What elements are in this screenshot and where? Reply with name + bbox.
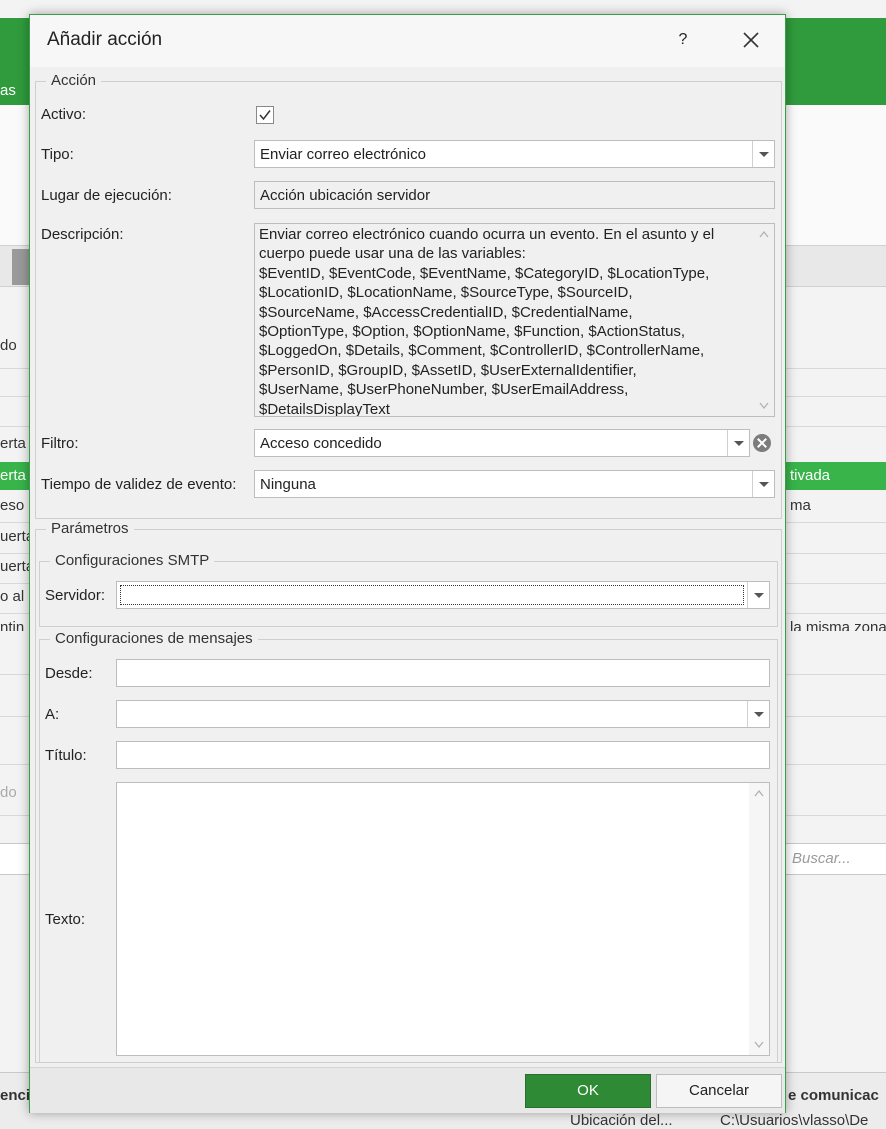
parametros-legend: Parámetros xyxy=(46,520,134,537)
tipo-label: Tipo: xyxy=(41,146,74,163)
dialog-title: Añadir acción xyxy=(47,29,163,50)
table-row-selected-label: erta xyxy=(0,467,26,484)
servidor-select[interactable] xyxy=(116,581,770,609)
descripcion-label: Descripción: xyxy=(41,226,124,243)
activo-label: Activo: xyxy=(41,106,87,123)
a-label: A: xyxy=(45,706,60,723)
tipo-select-value: Enviar correo electrónico xyxy=(260,146,426,163)
lugar-value: Acción ubicación servidor xyxy=(260,187,431,204)
smtp-legend: Configuraciones SMTP xyxy=(50,552,215,569)
clear-filter-icon[interactable] xyxy=(753,434,771,452)
descripcion-line: $PersonID, $GroupID, $AssetID, $UserExte… xyxy=(259,361,637,379)
dialog-titlebar[interactable]: Añadir acción ? xyxy=(30,15,785,67)
bg-row-label: do xyxy=(0,337,17,354)
help-button[interactable]: ? xyxy=(670,27,696,53)
tiempo-select-value: Ninguna xyxy=(260,476,316,493)
tiempo-label: Tiempo de validez de evento: xyxy=(41,476,237,493)
table-row[interactable]: erta xyxy=(0,435,26,452)
descripcion-line: $DetailsDisplayText xyxy=(259,400,390,417)
descripcion-line: $SourceName, $AccessCredentialID, $Crede… xyxy=(259,303,633,321)
descripcion-line: $EventID, $EventCode, $EventName, $Categ… xyxy=(259,264,710,282)
filtro-label: Filtro: xyxy=(41,435,79,452)
tiempo-select[interactable]: Ninguna xyxy=(254,470,775,498)
desde-label: Desde: xyxy=(45,665,93,682)
texto-scrollbar[interactable] xyxy=(749,783,769,1055)
table-cell: la misma zona xyxy=(790,619,886,631)
servidor-label: Servidor: xyxy=(45,587,106,604)
scroll-down-icon[interactable] xyxy=(759,402,769,410)
focus-indicator xyxy=(120,585,744,605)
tipo-select[interactable]: Enviar correo electrónico xyxy=(254,140,775,168)
a-select[interactable] xyxy=(116,700,770,728)
add-action-dialog: Añadir acción ? Acción Activo: Tipo: Env… xyxy=(29,14,786,1113)
bottom-panel-cell: C:\Usuarios\vlasso\De xyxy=(720,1112,869,1129)
texto-textarea[interactable] xyxy=(116,782,770,1056)
lugar-label: Lugar de ejecución: xyxy=(41,187,172,204)
chevron-down-icon[interactable] xyxy=(727,430,749,456)
activo-checkbox[interactable] xyxy=(256,106,274,124)
ribbon-partial-label[interactable]: as xyxy=(0,82,16,99)
ok-button[interactable]: OK xyxy=(525,1074,651,1108)
chevron-down-icon[interactable] xyxy=(752,471,774,497)
filtro-select[interactable]: Acceso concedido xyxy=(254,429,750,457)
descripcion-line: $LoggedOn, $Details, $Comment, $Controll… xyxy=(259,342,705,360)
descripcion-line: cuerpo puede usar una de las variables: xyxy=(259,245,526,263)
table-row[interactable]: ntin xyxy=(0,619,24,631)
table-row-selected-status: tivada xyxy=(790,467,831,484)
descripcion-textarea[interactable]: Enviar correo electrónico cuando ocurra … xyxy=(254,223,775,417)
lugar-field: Acción ubicación servidor xyxy=(254,181,775,209)
check-icon xyxy=(259,110,271,121)
close-button[interactable] xyxy=(737,26,765,54)
descripcion-text: Enviar correo electrónico cuando ocurra … xyxy=(259,225,745,417)
table-cell: ma xyxy=(790,497,811,514)
bottom-panel-header-left: enci xyxy=(0,1087,31,1104)
close-icon xyxy=(743,32,759,48)
filtro-select-value: Acceso concedido xyxy=(260,435,382,452)
dialog-footer: OK Cancelar xyxy=(30,1067,785,1113)
descripcion-line: $OptionType, $Option, $OptionName, $Func… xyxy=(259,323,686,341)
texto-label: Texto: xyxy=(45,911,86,928)
titulo-input[interactable] xyxy=(116,741,770,769)
bg-row-label-disabled: do xyxy=(0,784,17,801)
descripcion-line: $LocationID, $LocationName, $SourceType,… xyxy=(259,284,633,302)
accion-legend: Acción xyxy=(46,72,102,89)
mensajes-legend: Configuraciones de mensajes xyxy=(50,630,258,647)
descripcion-line: Enviar correo electrónico cuando ocurra … xyxy=(259,226,715,243)
desde-input[interactable] xyxy=(116,659,770,687)
search-placeholder: Buscar... xyxy=(792,850,851,867)
bottom-panel-header-right: e comunicac xyxy=(788,1087,879,1104)
scroll-up-icon[interactable] xyxy=(759,230,769,238)
table-row[interactable]: eso xyxy=(0,497,24,514)
descripcion-scrollbar[interactable] xyxy=(754,224,774,416)
titulo-label: Título: xyxy=(45,747,87,764)
descripcion-line: $UserName, $UserPhoneNumber, $UserEmailA… xyxy=(259,381,629,399)
scroll-down-icon[interactable] xyxy=(754,1041,764,1049)
cancel-button[interactable]: Cancelar xyxy=(656,1074,782,1108)
chevron-down-icon[interactable] xyxy=(747,582,769,608)
scroll-up-icon[interactable] xyxy=(754,789,764,797)
chevron-down-icon[interactable] xyxy=(747,701,769,727)
bottom-panel-cell: Ubicación del... xyxy=(570,1112,673,1129)
chevron-down-icon[interactable] xyxy=(752,141,774,167)
